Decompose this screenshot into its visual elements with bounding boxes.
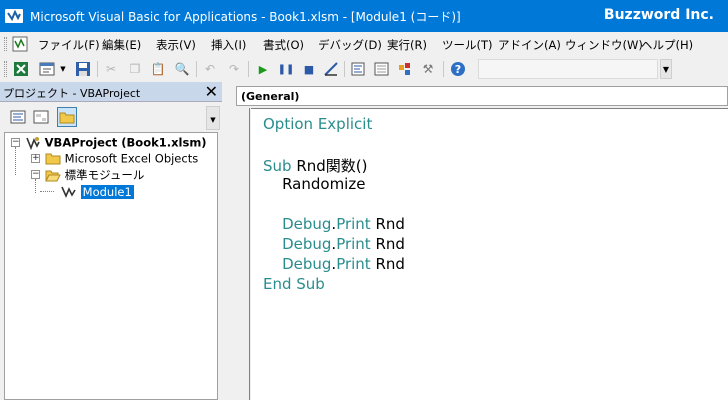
tree-item-module1[interactable]: Module1	[61, 184, 134, 200]
dropdown-arrow-icon[interactable]: ▼	[58, 60, 68, 78]
object-combo-value: (General)	[241, 90, 300, 103]
collapse-project-icon[interactable]: −	[11, 138, 20, 147]
standard-modules-label: 標準モジュール	[64, 168, 145, 182]
tree-item-excel-objects[interactable]: Microsoft Excel Objects	[45, 151, 198, 167]
toolbox-icon[interactable]: ⚒	[419, 60, 437, 78]
code-line: Option Explicit	[263, 115, 373, 133]
code-line: Debug.Print Rnd	[263, 215, 405, 233]
menu-window[interactable]: ウィンドウ(W)	[565, 37, 643, 53]
expand-excel-objects-icon[interactable]: +	[31, 154, 40, 163]
tree-item-project[interactable]: VBAProject (Book1.xlsm)	[25, 135, 207, 151]
menu-tools[interactable]: ツール(T)	[442, 37, 493, 53]
view-code-icon[interactable]	[8, 107, 28, 127]
project-explorer-title: プロジェクト - VBAProject	[3, 87, 141, 100]
code-line: Sub Rnd関数()	[263, 157, 368, 175]
menubar-grip[interactable]	[4, 37, 7, 51]
break-icon[interactable]: ❚❚	[277, 60, 295, 78]
code-line: Debug.Print Rnd	[263, 255, 405, 273]
find-icon[interactable]: 🔍	[173, 60, 191, 78]
menu-bar: ファイル(F) 編集(E) 表示(V) 挿入(I) 書式(O) デバッグ(D) …	[0, 32, 728, 56]
collapse-modules-icon[interactable]: −	[31, 170, 40, 179]
menu-view[interactable]: 表示(V)	[156, 37, 196, 53]
help-icon[interactable]: ?	[449, 60, 467, 78]
toolbar-overflow-button[interactable]: ▼	[660, 59, 672, 79]
toolbar-grip[interactable]	[4, 61, 7, 77]
toggle-folders-icon[interactable]	[57, 107, 77, 127]
svg-text:?: ?	[455, 63, 461, 76]
project-explorer-icon[interactable]	[350, 60, 368, 78]
menu-addins[interactable]: アドイン(A)	[498, 37, 561, 53]
vba-app-icon[interactable]	[4, 6, 24, 26]
copy-icon[interactable]: ❐	[126, 60, 144, 78]
object-combo[interactable]: (General)	[236, 86, 728, 106]
brand-label: Buzzword Inc.	[603, 7, 714, 23]
title-bar: Microsoft Visual Basic for Applications …	[0, 0, 728, 32]
view-object-icon[interactable]	[31, 107, 51, 127]
run-icon[interactable]: ▶	[254, 60, 272, 78]
insert-module-icon[interactable]	[38, 60, 56, 78]
menu-run[interactable]: 実行(R)	[387, 37, 427, 53]
project-tree: − VBAProject (Book1.xlsm) + Microsoft Ex…	[4, 132, 218, 400]
project-explorer-toolbar: ▼	[0, 102, 222, 132]
object-browser-icon[interactable]	[396, 60, 414, 78]
menu-insert[interactable]: 挿入(I)	[211, 37, 246, 53]
menu-edit[interactable]: 編集(E)	[102, 37, 141, 53]
menu-debug[interactable]: デバッグ(D)	[318, 37, 382, 53]
menu-format[interactable]: 書式(O)	[263, 37, 304, 53]
code-window: (General) Option Explicit Sub Rnd関数() Ra…	[228, 82, 728, 400]
project-explorer-header: プロジェクト - VBAProject ✕	[0, 82, 222, 102]
code-line: Randomize	[263, 175, 366, 193]
code-line: Debug.Print Rnd	[263, 235, 405, 253]
redo-icon[interactable]: ↷	[225, 60, 243, 78]
cut-icon[interactable]: ✂	[102, 60, 120, 78]
open-folder-icon	[45, 170, 61, 181]
tree-item-standard-modules[interactable]: 標準モジュール	[45, 167, 144, 183]
vbaproject-icon	[26, 136, 40, 150]
code-editor[interactable]: Option Explicit Sub Rnd関数() Randomize De…	[251, 108, 728, 400]
window-title: Microsoft Visual Basic for Applications …	[30, 10, 461, 24]
menu-file[interactable]: ファイル(F)	[38, 37, 100, 53]
standard-toolbar: ▼ ✂ ❐ 📋 🔍 ↶ ↷ ▶ ❚❚ ■ ⚒ ? ▼	[0, 56, 728, 82]
module-icon	[61, 186, 76, 198]
cursor-position-field	[478, 59, 658, 79]
excel-objects-label: Microsoft Excel Objects	[64, 151, 199, 166]
explorer-toolbar-overflow[interactable]: ▼	[206, 106, 220, 130]
folder-icon	[45, 153, 61, 165]
save-icon[interactable]	[74, 60, 92, 78]
design-mode-icon[interactable]	[322, 60, 340, 78]
margin-indicator-bar[interactable]	[230, 108, 250, 400]
menu-help[interactable]: ヘルプ(H)	[641, 37, 693, 53]
reset-icon[interactable]: ■	[300, 60, 318, 78]
undo-icon[interactable]: ↶	[201, 60, 219, 78]
view-excel-icon[interactable]	[12, 60, 30, 78]
properties-icon[interactable]	[373, 60, 391, 78]
vba-menu-icon[interactable]	[12, 36, 28, 52]
module1-label: Module1	[80, 184, 134, 199]
code-line: End Sub	[263, 275, 325, 293]
close-icon[interactable]: ✕	[205, 82, 218, 101]
project-name-label: VBAProject (Book1.xlsm)	[44, 135, 207, 150]
paste-icon[interactable]: 📋	[149, 60, 167, 78]
